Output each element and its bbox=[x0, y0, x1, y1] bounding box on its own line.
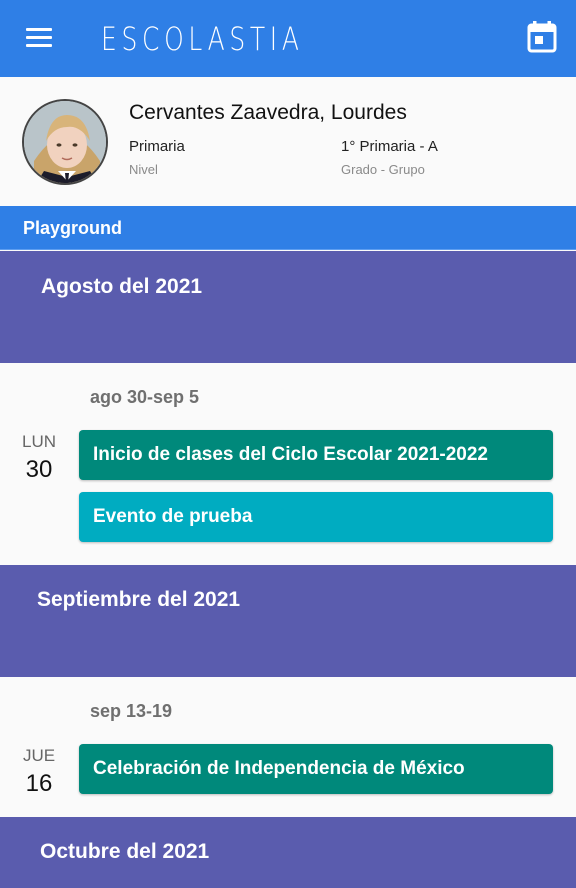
group-value: 1° Primaria - A bbox=[341, 138, 438, 155]
month-header: Octubre del 2021 bbox=[0, 817, 576, 888]
day-number: 16 bbox=[25, 770, 53, 797]
menu-icon-line bbox=[26, 36, 52, 39]
month-header: Agosto del 2021 bbox=[0, 251, 576, 363]
level-label: Nivel bbox=[129, 162, 158, 177]
app-title: ESCOLASTIA bbox=[101, 20, 304, 58]
avatar-photo bbox=[24, 101, 106, 183]
avatar bbox=[22, 99, 108, 185]
event-title: Evento de prueba bbox=[93, 506, 253, 527]
event-title: Celebración de Independencia de México bbox=[93, 758, 465, 779]
week-range: sep 13-19 bbox=[90, 701, 173, 721]
student-profile: Cervantes Zaavedra, Lourdes Primaria Niv… bbox=[0, 77, 576, 206]
calendar-icon-graphic bbox=[527, 21, 557, 53]
level-value: Primaria bbox=[129, 138, 185, 155]
event-card[interactable]: Celebración de Independencia de México bbox=[79, 744, 553, 794]
menu-icon-line bbox=[26, 44, 52, 47]
month-label: Septiembre del 2021 bbox=[37, 588, 241, 611]
day-name: LUN bbox=[21, 432, 56, 451]
day-number: 30 bbox=[25, 456, 53, 483]
group-label: Grado - Grupo bbox=[341, 162, 425, 177]
calendar-icon[interactable] bbox=[526, 20, 558, 54]
app-bar: ESCOLASTIA bbox=[0, 0, 576, 77]
month-label: Agosto del 2021 bbox=[41, 275, 203, 298]
menu-icon[interactable] bbox=[22, 22, 56, 56]
day-name: JUE bbox=[22, 746, 56, 765]
student-name: Cervantes Zaavedra, Lourdes bbox=[129, 101, 407, 124]
week-range: ago 30-sep 5 bbox=[90, 387, 200, 407]
event-title: Inicio de clases del Ciclo Escolar 2021-… bbox=[93, 444, 488, 465]
event-card[interactable]: Evento de prueba bbox=[79, 492, 553, 542]
menu-icon-line bbox=[26, 28, 52, 31]
school-bar: Playground bbox=[0, 206, 576, 250]
event-card[interactable]: Inicio de clases del Ciclo Escolar 2021-… bbox=[79, 430, 553, 480]
month-header: Septiembre del 2021 bbox=[0, 565, 576, 677]
month-label: Octubre del 2021 bbox=[40, 840, 210, 863]
school-name: Playground bbox=[23, 218, 123, 238]
